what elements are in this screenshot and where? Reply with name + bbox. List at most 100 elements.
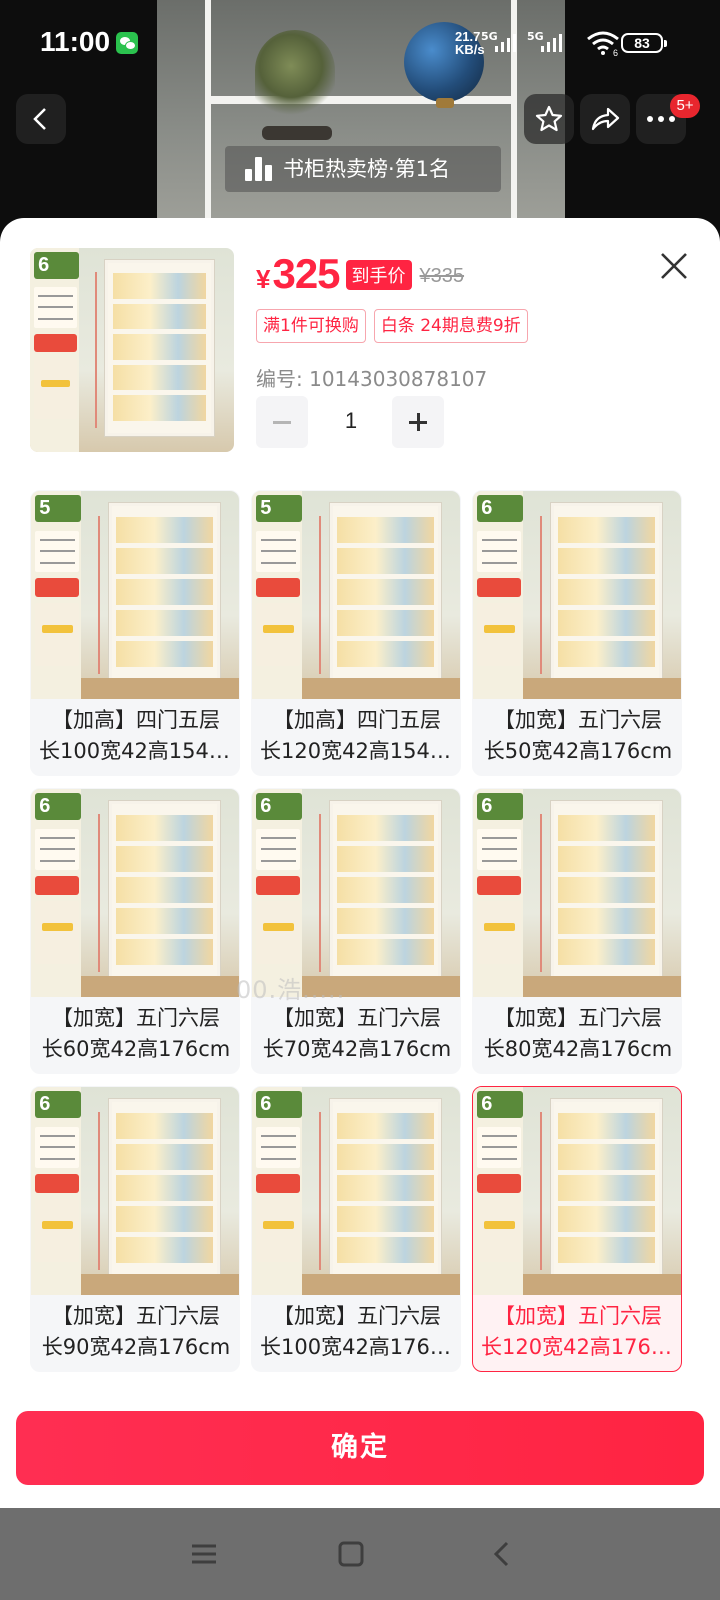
- home-button[interactable]: [329, 1532, 373, 1576]
- favorite-button[interactable]: [524, 94, 574, 144]
- promo-tag-installment[interactable]: 白条 24期息费9折: [373, 309, 528, 343]
- variant-option-image: 6: [31, 789, 239, 997]
- plus-icon: [409, 413, 427, 431]
- close-button[interactable]: [654, 246, 694, 286]
- tier-badge: 5: [35, 495, 82, 523]
- status-time: 11:00: [40, 26, 111, 57]
- sku-selection-sheet: 6 ¥ 325 到手价 ¥335 满1件可换购 白条 24期息费9折 编号: 1…: [0, 218, 720, 1508]
- currency-symbol: ¥: [256, 264, 271, 294]
- wechat-notification-icon: [116, 32, 138, 54]
- variant-option-label: 【加宽】五门六层 长60宽42高176cm: [39, 1003, 233, 1065]
- variant-option-size: 长120宽42高154cm: [260, 739, 454, 763]
- watermark: 00.浩.....: [236, 976, 346, 1004]
- promo-tags: 满1件可换购 白条 24期息费9折: [256, 309, 528, 343]
- tier-badge: 6: [477, 495, 524, 523]
- variant-option-image: 6: [31, 1087, 239, 1295]
- final-price: 325: [272, 250, 340, 297]
- variant-option-image: 6: [252, 789, 460, 997]
- sim2-network-type: 5G: [527, 30, 544, 43]
- status-bar: 11:00 21.7 KB/s 5G 5G 6 83: [0, 0, 720, 88]
- star-icon: [535, 105, 563, 132]
- variant-option-image: 6: [473, 789, 681, 997]
- confirm-button[interactable]: 确定: [16, 1411, 704, 1485]
- close-icon: [661, 253, 687, 279]
- original-price: ¥335: [419, 265, 465, 287]
- share-icon: [591, 107, 620, 131]
- variant-option-label: 【加宽】五门六层 长50宽42高176cm: [481, 705, 675, 767]
- signal-sim1-icon: 5G: [481, 30, 519, 56]
- variant-option-card[interactable]: 6 【加宽】五门六层 长60宽42高176cm: [30, 788, 240, 1074]
- tier-badge: 6: [256, 1091, 303, 1119]
- rank-banner-text: 书柜热卖榜·第1名: [283, 157, 451, 181]
- variant-option-label: 【加宽】五门六层 长90宽42高176cm: [39, 1301, 233, 1363]
- variant-option-size: 长120宽42高176cm: [481, 1335, 675, 1359]
- wifi-icon: 6: [587, 31, 619, 56]
- variant-option-label: 【加宽】五门六层 长70宽42高176cm: [260, 1003, 454, 1065]
- variant-option-title: 【加高】四门五层: [52, 708, 220, 732]
- variant-option-size: 长100宽42高176cm: [260, 1335, 454, 1359]
- variant-option-title: 【加宽】五门六层: [494, 708, 662, 732]
- signal-sim2-icon: 5G: [527, 30, 565, 56]
- variant-option-size: 长100宽42高154cm: [39, 739, 233, 763]
- variant-option-label: 【加宽】五门六层 长80宽42高176cm: [481, 1003, 675, 1065]
- variant-option-card[interactable]: 6 【加宽】五门六层 长80宽42高176cm: [472, 788, 682, 1074]
- minus-icon: [273, 420, 291, 424]
- wifi-generation: 6: [613, 48, 618, 56]
- variant-option-label: 【加高】四门五层 长120宽42高154cm: [260, 705, 454, 767]
- final-price-tag: 到手价: [345, 260, 412, 290]
- variant-option-card[interactable]: 6 【加宽】五门六层 长90宽42高176cm: [30, 1086, 240, 1372]
- promo-tag-exchange[interactable]: 满1件可换购: [256, 309, 366, 343]
- price-row: ¥ 325 到手价 ¥335: [256, 250, 464, 304]
- quantity-value[interactable]: 1: [316, 408, 386, 434]
- banner-bonsai-pot: [262, 126, 332, 140]
- variant-option-title: 【加宽】五门六层: [494, 1304, 662, 1328]
- tier-badge: 6: [35, 1091, 82, 1119]
- tier-badge: 5: [256, 495, 303, 523]
- sim1-network-type: 5G: [481, 30, 498, 43]
- variant-option-image: 6: [252, 1087, 460, 1295]
- variant-option-size: 长90宽42高176cm: [41, 1335, 231, 1359]
- back-button[interactable]: [16, 94, 66, 144]
- sku-code: 编号: 10143030878107: [256, 367, 488, 391]
- variant-option-size: 长50宽42高176cm: [483, 739, 673, 763]
- variant-option-label: 【加宽】五门六层 长100宽42高176cm: [260, 1301, 454, 1363]
- tier-badge: 6: [477, 793, 524, 821]
- variant-option-label: 【加宽】五门六层 长120宽42高176cm: [481, 1301, 675, 1363]
- variant-option-title: 【加宽】五门六层: [52, 1006, 220, 1030]
- variant-option-card[interactable]: 5 【加高】四门五层 长120宽42高154cm: [251, 490, 461, 776]
- variant-option-label: 【加高】四门五层 长100宽42高154cm: [39, 705, 233, 767]
- rank-banner[interactable]: 书柜热卖榜·第1名: [225, 146, 501, 192]
- variant-option-title: 【加宽】五门六层: [52, 1304, 220, 1328]
- quantity-decrease-button[interactable]: [256, 396, 308, 448]
- variant-option-image: 5: [31, 491, 239, 699]
- system-navigation-bar: [0, 1508, 720, 1600]
- banner-globe-stand: [436, 98, 454, 108]
- variant-option-title: 【加宽】五门六层: [494, 1006, 662, 1030]
- tier-badge: 6: [256, 793, 303, 821]
- variant-option-size: 长60宽42高176cm: [41, 1037, 231, 1061]
- share-button[interactable]: [580, 94, 630, 144]
- variant-option-card[interactable]: 6 【加宽】五门六层 长120宽42高176cm: [472, 1086, 682, 1372]
- variant-option-size: 长70宽42高176cm: [262, 1037, 452, 1061]
- variant-option-title: 【加高】四门五层: [273, 708, 441, 732]
- variant-option-title: 【加宽】五门六层: [273, 1006, 441, 1030]
- battery-icon: 83: [621, 33, 667, 53]
- variant-option-card[interactable]: 6 【加宽】五门六层 长100宽42高176cm: [251, 1086, 461, 1372]
- variant-option-card[interactable]: 6 【加宽】五门六层 长70宽42高176cm: [251, 788, 461, 1074]
- variant-option-size: 长80宽42高176cm: [483, 1037, 673, 1061]
- selected-product-thumbnail[interactable]: 6: [30, 248, 234, 452]
- tier-badge: 6: [477, 1091, 524, 1119]
- variant-option-image: 5: [252, 491, 460, 699]
- variant-option-card[interactable]: 5 【加高】四门五层 长100宽42高154cm: [30, 490, 240, 776]
- tier-badge: 6: [35, 793, 82, 821]
- menu-icon: [192, 1544, 216, 1564]
- variant-option-image: 6: [473, 1087, 681, 1295]
- system-back-button[interactable]: [480, 1532, 524, 1576]
- notification-badge: 5+: [670, 94, 700, 118]
- recent-apps-button[interactable]: [182, 1532, 226, 1576]
- variant-option-card[interactable]: 6 【加宽】五门六层 长50宽42高176cm: [472, 490, 682, 776]
- bar-chart-icon: [245, 157, 273, 181]
- quantity-increase-button[interactable]: [392, 396, 444, 448]
- tier-badge: 6: [34, 252, 79, 279]
- variant-option-title: 【加宽】五门六层: [273, 1304, 441, 1328]
